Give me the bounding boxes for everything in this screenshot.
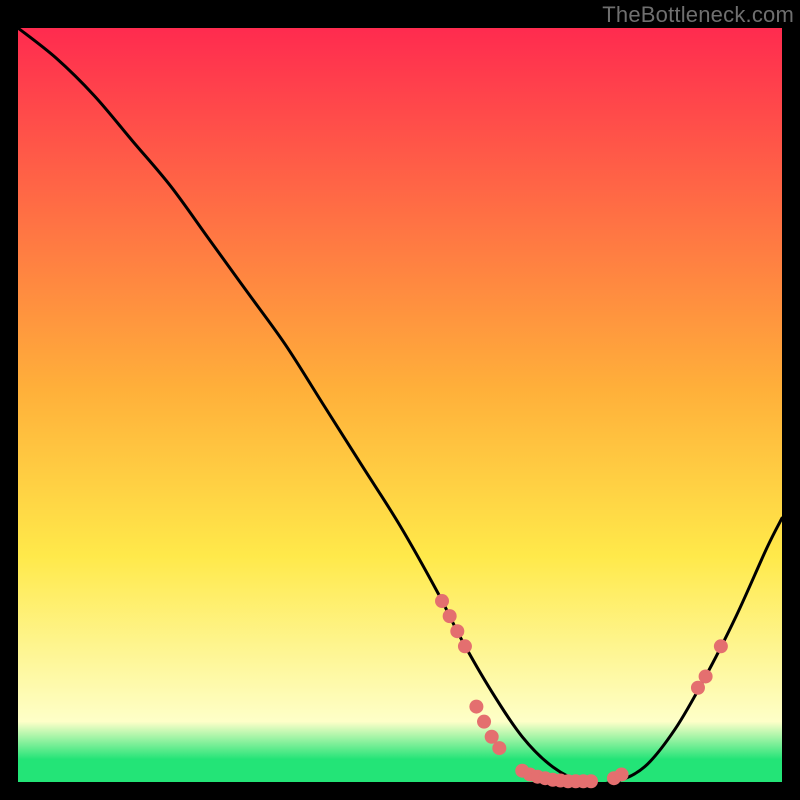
curve-marker [469,700,483,714]
curve-marker [443,609,457,623]
curve-marker [458,639,472,653]
curve-marker [492,741,506,755]
curve-marker [435,594,449,608]
curve-marker [584,774,598,788]
chart-stage: TheBottleneck.com [0,0,800,800]
curve-marker [615,767,629,781]
curve-marker [477,715,491,729]
watermark-text: TheBottleneck.com [602,2,794,28]
curve-marker [714,639,728,653]
chart-svg [0,0,800,800]
curve-marker [450,624,464,638]
curve-marker [699,669,713,683]
